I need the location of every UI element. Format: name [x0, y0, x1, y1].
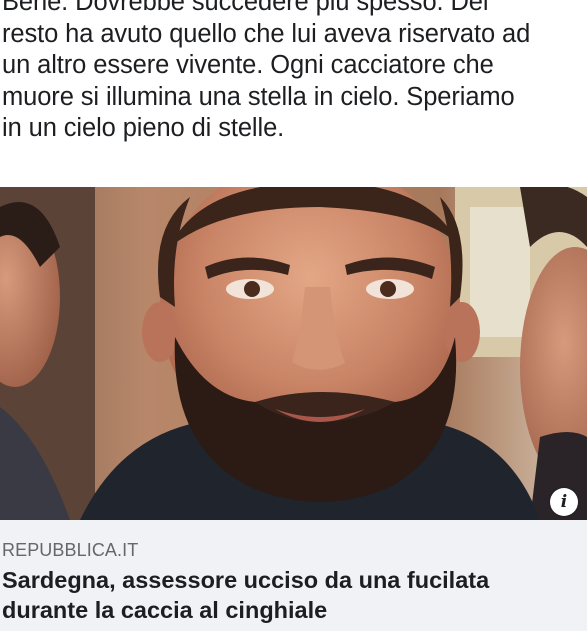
post-text-line: muore si illumina una stella in cielo. S…: [2, 82, 515, 111]
link-headline[interactable]: Sardegna, assessore ucciso da una fucila…: [2, 565, 582, 625]
link-domain: REPUBBLICA.IT: [2, 540, 139, 560]
info-icon-glyph: i: [560, 492, 568, 512]
post-text-line: in un cielo pieno di stelle.: [2, 114, 285, 142]
post-text: Bene. Dovrebbe succedere più spesso. Del…: [2, 0, 586, 145]
info-icon[interactable]: i: [550, 488, 578, 516]
link-preview-image[interactable]: i: [0, 187, 587, 520]
post-text-line: resto ha avuto quello che lui aveva rise…: [2, 19, 531, 48]
portrait-photo: [0, 187, 587, 520]
post-text-line: Bene. Dovrebbe succedere più spesso. Del: [2, 0, 489, 16]
post-text-line: un altro essere vivente. Ogni cacciatore…: [2, 51, 494, 79]
link-preview-card[interactable]: REPUBBLICA.IT Sardegna, assessore ucciso…: [0, 520, 587, 631]
link-headline-line: durante la caccia al cinghiale: [2, 597, 328, 623]
link-headline-line: Sardegna, assessore ucciso da una fucila…: [2, 567, 490, 593]
